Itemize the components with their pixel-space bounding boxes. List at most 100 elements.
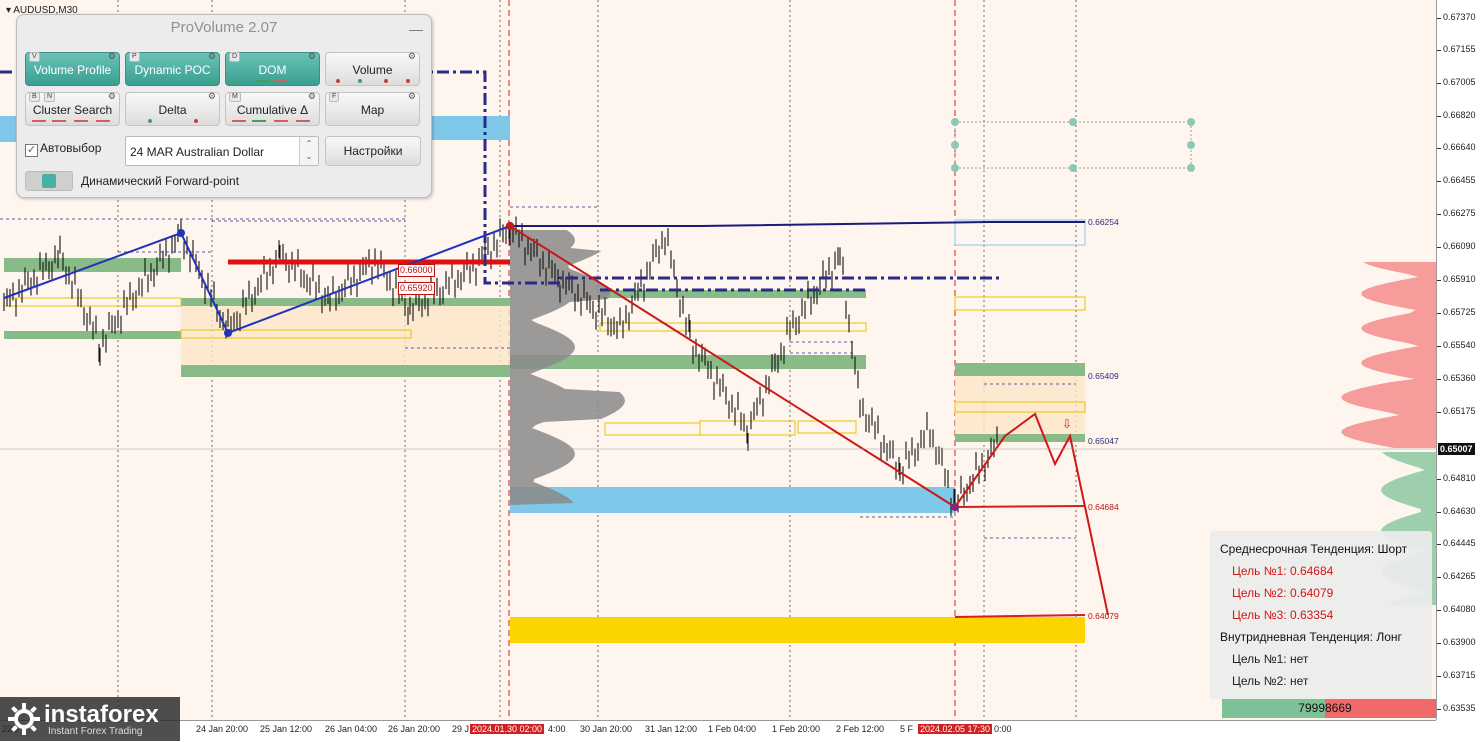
logo-icon (8, 703, 40, 735)
price-tick: 0.65175 (1437, 406, 1476, 416)
selection-box (954, 121, 1192, 169)
indicator-dot (336, 79, 340, 83)
sell-volume: 8669 (1325, 699, 1436, 718)
price-tick: 0.64265 (1437, 571, 1476, 581)
price-tick: 0.63900 (1437, 637, 1476, 647)
support-zone (181, 365, 510, 377)
time-tick: 26 Jan 04:00 (325, 724, 378, 734)
button-label: Volume Profile (33, 63, 112, 77)
button-label: Cluster Search (32, 103, 113, 117)
mid-trend-title: Среднесрочная Тенденция: Шорт (1220, 542, 1408, 556)
target-line (954, 505, 1086, 508)
cluster-search-button[interactable]: B N ⚙ Cluster Search (25, 91, 120, 126)
handle (1187, 164, 1195, 172)
time-tick: 1 Feb 20:00 (772, 724, 821, 734)
dom-button[interactable]: D ⚙ DOM (225, 51, 320, 86)
volume-profile-button[interactable]: V ⚙ Volume Profile (25, 51, 120, 86)
blue-zone (0, 116, 16, 142)
gear-icon[interactable]: ⚙ (408, 51, 416, 62)
cumulative-delta-button[interactable]: M ⚙ Cumulative Δ (225, 91, 320, 126)
blue-box (954, 219, 1086, 246)
gear-icon[interactable]: ⚙ (408, 91, 416, 102)
map-button[interactable]: F ⚙ Map (325, 91, 420, 126)
indicator-bar (274, 120, 288, 122)
indicator-bar (252, 120, 266, 122)
checkmark-icon[interactable]: ✓ (25, 144, 38, 157)
panel-title: ProVolume 2.07 (170, 19, 278, 36)
forward-point-toggle[interactable] (25, 171, 73, 191)
mid-target-1: Цель №1: 0.64684 (1232, 564, 1334, 578)
level-label: 0.65047 (1088, 436, 1119, 446)
handle (1069, 118, 1077, 126)
gear-icon[interactable]: ⚙ (308, 91, 316, 102)
hotkey-badge: F (329, 92, 340, 102)
price-tick: 0.63535 (1437, 703, 1476, 713)
gear-icon[interactable]: ⚙ (308, 51, 316, 62)
time-tick: 2024.01.30 02:00 (470, 724, 545, 734)
blue-zone (510, 487, 955, 513)
auto-select-checkbox[interactable]: ✓ Автовыбор (25, 141, 101, 157)
level-label: 0.64684 (1088, 502, 1119, 512)
price-tick: 0.66090 (1437, 241, 1476, 251)
price-tick: 0.66640 (1437, 142, 1476, 152)
chart-area[interactable]: ⇩ ▾ AUDUSD,M30 0.66254 0.65409 0.65047 0… (0, 0, 1436, 720)
price-tick: 0.66820 (1437, 110, 1476, 120)
indicator-bar (232, 120, 246, 122)
dynamic-poc-button[interactable]: P ⚙ Dynamic POC (125, 51, 220, 86)
minimize-button[interactable]: — (409, 21, 423, 37)
logo-tagline: Instant Forex Trading (48, 726, 143, 737)
button-label: Map (360, 103, 385, 117)
toggle-knob (42, 174, 56, 188)
yellow-box (604, 422, 701, 436)
time-tick: 30 Jan 20:00 (580, 724, 633, 734)
buy-volume: 7999 (1222, 699, 1325, 718)
time-tick: 29 J (452, 724, 470, 734)
zigzag-point (177, 229, 185, 237)
handle (951, 141, 959, 149)
indicator-dot (358, 79, 362, 83)
price-tick: 0.65360 (1437, 373, 1476, 383)
price-tick: 0.66455 (1437, 175, 1476, 185)
gear-icon[interactable]: ⚙ (108, 91, 116, 102)
provolume-panel: ProVolume 2.07 — V ⚙ Volume Profile P ⚙ … (16, 14, 432, 198)
handle (951, 118, 959, 126)
gear-icon[interactable]: ⚙ (108, 51, 116, 62)
indicator-dot (406, 79, 410, 83)
price-tick: 0.65725 (1437, 307, 1476, 317)
price-tick: 0.63715 (1437, 670, 1476, 680)
indicator-bar (274, 80, 288, 82)
handle (1187, 118, 1195, 126)
button-label: DOM (258, 63, 287, 77)
blue-zone (430, 116, 510, 140)
volume-button[interactable]: ⚙ Volume (325, 51, 420, 86)
mid-target-3: Цель №3: 0.63354 (1232, 608, 1334, 622)
time-axis: 22 J24 Jan 20:0025 Jan 12:0026 Jan 04:00… (0, 720, 1436, 742)
spinner-icon[interactable]: ⌃ ⌄ (299, 137, 318, 165)
intra-target-1: Цель №1: нет (1232, 652, 1309, 666)
current-price-label: 0.65007 (1438, 443, 1475, 455)
indicator-dot (194, 119, 198, 123)
logo-name: instaforex (44, 701, 159, 728)
handle (951, 164, 959, 172)
hotkey-badge: M (229, 92, 241, 102)
settings-button[interactable]: Настройки (325, 136, 421, 166)
price-tick: 0.65540 (1437, 340, 1476, 350)
gear-icon[interactable]: ⚙ (208, 51, 216, 62)
gear-icon[interactable]: ⚙ (208, 91, 216, 102)
price-tick: 0.66275 (1437, 208, 1476, 218)
indicator-bar (296, 120, 310, 122)
instrument-value: 24 MAR Australian Dollar (130, 145, 265, 159)
hotkey-badge: P (129, 52, 140, 62)
delta-button[interactable]: ⚙ Delta (125, 91, 220, 126)
time-tick: 4:00 (548, 724, 566, 734)
price-tick: 0.64080 (1437, 604, 1476, 614)
price-tag: 0.66000 (398, 264, 435, 277)
intra-target-2: Цель №2: нет (1232, 674, 1309, 688)
hotkey-badge: N (44, 92, 56, 102)
handle (1187, 141, 1195, 149)
indicator-bar (32, 120, 46, 122)
hotkey-badge: V (29, 52, 40, 62)
price-axis: 0.67370 0.67155 0.67005 0.66820 0.66640 0.664… (1436, 0, 1484, 720)
instrument-select[interactable]: 24 MAR Australian Dollar ⌃ ⌄ (125, 136, 319, 166)
button-label: Delta (158, 103, 187, 117)
